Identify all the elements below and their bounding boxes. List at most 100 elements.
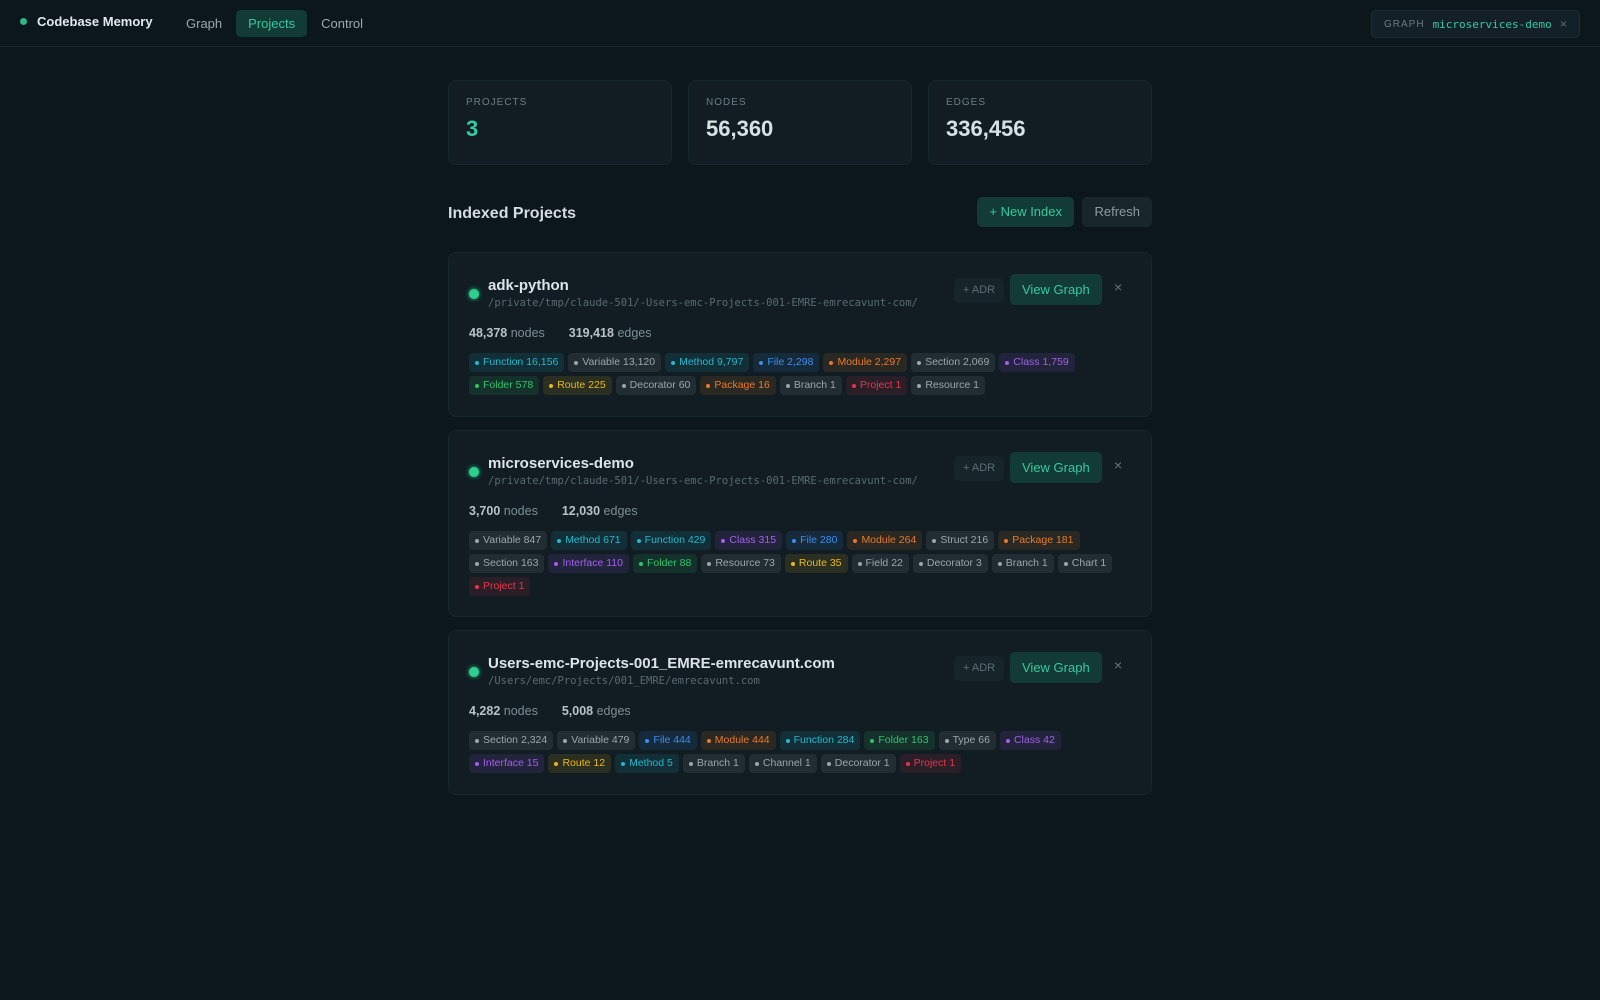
node-type-tag: Interface 110 [548,554,629,573]
node-type-tag-label: Module 444 [714,734,770,746]
close-icon[interactable]: × [1114,457,1122,473]
close-icon[interactable]: × [1114,657,1122,673]
node-type-tag-label: Route 35 [798,557,842,569]
node-type-tags: Section 2,324 Variable 479 File 444 Module … [469,731,1133,777]
node-type-tag: Branch 1 [682,754,745,773]
bullet-icon [475,383,479,388]
node-type-tag-label: Folder 88 [646,557,692,569]
node-type-tag-label: Variable 13,120 [582,356,656,368]
node-type-tag-label: Class 1,759 [1013,356,1069,368]
node-type-tag-label: Interface 110 [562,557,623,569]
node-type-tag: Section 2,324 [469,731,554,750]
node-type-tag-label: Interface 15 [483,757,539,769]
node-type-tags: Function 16,156 Variable 13,120 Method 9,7… [469,353,1133,399]
stat-value: 3 [466,116,479,141]
bullet-icon [905,761,910,766]
bullet-icon [857,561,862,566]
bullet-icon [792,538,797,543]
node-count-label: nodes [503,704,538,718]
node-type-tag: Channel 1 [748,754,817,773]
edge-count: 319,418 edges [569,326,652,340]
bullet-icon [829,360,834,365]
tab-control[interactable]: Control [309,10,375,37]
node-type-tag-label: Field 22 [865,557,903,569]
bullet-icon [706,738,711,743]
node-type-tag: File 2,298 [753,353,820,372]
node-type-tag-label: Resource 73 [715,557,775,569]
bullet-icon [688,761,693,766]
bullet-icon [475,360,479,365]
add-adr-button[interactable]: + ADR [954,278,1005,303]
edge-count-value: 319,418 [568,326,614,340]
node-type-tag-label: Variable 479 [571,734,630,746]
project-path: /Users/emc/Projects/001_EMRE/emrecavunt.… [488,675,760,687]
bullet-icon [944,738,949,743]
node-type-tag: Type 66 [938,731,996,750]
node-count: 3,700 nodes [469,504,538,518]
edge-count: 12,030 edges [562,504,638,518]
bullet-icon [759,360,764,365]
status-dot-icon [469,467,479,477]
node-type-tag: File 280 [786,531,844,550]
node-type-tag-label: Route 12 [562,757,606,769]
node-type-tag: Interface 15 [469,754,545,773]
new-index-button[interactable]: + New Index [977,197,1074,227]
bullet-icon [1005,360,1010,365]
bullet-icon [721,538,726,543]
status-dot-icon [20,18,27,25]
tab-graph[interactable]: Graph [174,10,234,37]
bullet-icon [851,383,856,388]
node-type-tag: Resource 1 [911,376,986,395]
node-type-tag: Module 264 [847,531,923,550]
node-type-tag-label: Decorator 3 [926,557,982,569]
stat-label: EDGES [946,97,987,108]
node-type-tag: Project 1 [845,376,908,395]
node-type-tag-label: Class 315 [729,534,777,546]
close-icon[interactable]: × [1114,279,1122,295]
node-type-tag-label: Function 429 [644,534,706,546]
node-type-tag: Branch 1 [779,376,842,395]
close-icon[interactable]: × [1560,17,1567,31]
project-path: /private/tmp/claude-501/-Users-emc-Proje… [488,297,918,309]
node-type-tag: Function 16,156 [469,353,565,372]
node-count-label: nodes [503,504,538,518]
refresh-button[interactable]: Refresh [1082,197,1152,227]
bullet-icon [706,383,711,388]
tab-projects[interactable]: Projects [236,10,308,37]
stat-card-nodes: NODES 56,360 [688,80,912,165]
bullet-icon [917,383,922,388]
stat-value: 336,456 [946,116,1026,141]
node-type-tag-label: Project 1 [483,580,525,592]
view-graph-button[interactable]: View Graph [1010,652,1102,683]
active-graph-label: GRAPH [1384,18,1425,30]
active-graph-chip[interactable]: GRAPH microservices-demo × [1371,10,1580,38]
node-type-tag-label: Module 264 [861,534,917,546]
project-card: adk-python /private/tmp/claude-501/-User… [448,252,1152,417]
node-type-tag: Section 2,069 [911,353,996,372]
node-type-tag-label: Method 9,797 [679,356,744,368]
node-type-tag: Route 12 [548,754,612,773]
stat-label: PROJECTS [466,97,528,108]
view-graph-button[interactable]: View Graph [1010,274,1102,305]
stat-card-projects: PROJECTS 3 [448,80,672,165]
brand[interactable]: Codebase Memory [20,14,153,29]
node-type-tag: Folder 88 [632,554,698,573]
bullet-icon [554,761,559,766]
bullet-icon [790,561,795,566]
node-count-label: nodes [510,326,545,340]
node-type-tag-label: Folder 163 [878,734,929,746]
bullet-icon [917,360,922,365]
add-adr-button[interactable]: + ADR [954,656,1005,681]
edge-count-label: edges [617,326,652,340]
node-type-tag: Route 35 [784,554,848,573]
bullet-icon [621,383,626,388]
bullet-icon [574,360,579,365]
bullet-icon [638,561,643,566]
bullet-icon [785,738,790,743]
project-counts: 4,282 nodes 5,008 edges [469,704,655,718]
view-graph-button[interactable]: View Graph [1010,452,1102,483]
add-adr-button[interactable]: + ADR [954,456,1005,481]
node-type-tag: Folder 578 [469,376,540,395]
node-type-tag: Class 1,759 [999,353,1075,372]
node-type-tag: Decorator 3 [912,554,988,573]
